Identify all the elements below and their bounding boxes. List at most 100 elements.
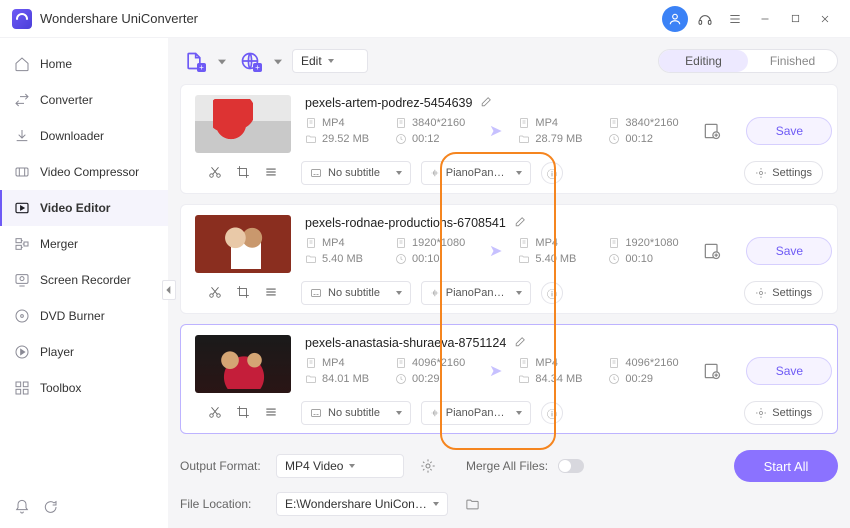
info-button[interactable]: ⓘ xyxy=(541,402,563,424)
arrow-icon: ➤ xyxy=(489,361,502,381)
audio-dropdown[interactable]: PianoPanda - ... xyxy=(421,161,531,185)
rename-button[interactable] xyxy=(514,215,527,231)
subtitle-dropdown[interactable]: No subtitle xyxy=(301,401,411,425)
sidebar-item-merger[interactable]: Merger xyxy=(0,226,168,262)
audio-dropdown[interactable]: PianoPanda - ... xyxy=(421,401,531,425)
save-button[interactable]: Save xyxy=(746,237,832,265)
start-all-button[interactable]: Start All xyxy=(734,450,838,482)
src-format: MP4 xyxy=(305,357,383,369)
save-button[interactable]: Save xyxy=(746,357,832,385)
src-duration: 00:10 xyxy=(395,253,473,265)
add-file-button[interactable]: + xyxy=(180,48,208,74)
collapse-sidebar-button[interactable] xyxy=(162,280,176,300)
add-url-chevron[interactable] xyxy=(274,54,282,68)
add-file-chevron[interactable] xyxy=(218,54,226,68)
file-card[interactable]: pexels-rodnae-productions-6708541 MP4 5.40… xyxy=(180,204,838,314)
src-duration: 00:29 xyxy=(395,373,473,385)
subtitle-dropdown[interactable]: No subtitle xyxy=(301,281,411,305)
output-format-label: Output Format: xyxy=(180,459,266,473)
sidebar-item-screen-recorder[interactable]: Screen Recorder xyxy=(0,262,168,298)
tab-finished[interactable]: Finished xyxy=(748,50,837,72)
feedback-button[interactable] xyxy=(42,499,58,518)
sidebar-item-label: Merger xyxy=(40,237,78,251)
crop-button[interactable] xyxy=(236,285,250,302)
settings-button[interactable]: Settings xyxy=(744,401,823,425)
more-button[interactable] xyxy=(264,165,278,182)
sidebar-item-player[interactable]: Player xyxy=(0,334,168,370)
save-button[interactable]: Save xyxy=(746,117,832,145)
output-preset-button[interactable] xyxy=(698,357,726,385)
sidebar: Home Converter Downloader Video Compress… xyxy=(0,38,168,528)
sidebar-item-label: Downloader xyxy=(40,129,104,143)
support-button[interactable] xyxy=(692,6,718,32)
maximize-button[interactable] xyxy=(782,6,808,32)
sidebar-item-downloader[interactable]: Downloader xyxy=(0,118,168,154)
main-panel: + + Edit Editing Finished pexels-artem-p… xyxy=(168,38,850,528)
rename-button[interactable] xyxy=(514,335,527,351)
file-card[interactable]: pexels-artem-podrez-5454639MP429.52 MB38… xyxy=(180,84,838,194)
out-size: 84.34 MB xyxy=(518,373,596,385)
output-format-dropdown[interactable]: MP4 Video xyxy=(276,454,404,478)
settings-button[interactable]: Settings xyxy=(744,161,823,185)
file-name: pexels-artem-podrez-5454639 xyxy=(305,96,472,110)
file-card[interactable]: pexels-anastasia-shuraeva-8751124 MP4 84.0… xyxy=(180,324,838,434)
output-settings-button[interactable] xyxy=(414,452,442,480)
sidebar-item-label: Home xyxy=(40,57,72,71)
settings-button[interactable]: Settings xyxy=(744,281,823,305)
subtitle-dropdown[interactable]: No subtitle xyxy=(301,161,411,185)
out-size: 28.79 MB xyxy=(518,133,596,145)
src-format: MP4 xyxy=(305,117,383,129)
out-duration: 00:12 xyxy=(608,133,686,145)
video-thumbnail[interactable] xyxy=(195,335,291,393)
file-name: pexels-anastasia-shuraeva-8751124 xyxy=(305,336,506,350)
sidebar-footer xyxy=(0,489,168,528)
file-location-dropdown[interactable]: E:\Wondershare UniConverter xyxy=(276,492,448,516)
src-duration: 00:12 xyxy=(395,133,473,145)
src-size: 5.40 MB xyxy=(305,253,383,265)
add-url-button[interactable]: + xyxy=(236,48,264,74)
crop-button[interactable] xyxy=(236,405,250,422)
tab-editing[interactable]: Editing xyxy=(659,50,748,72)
out-resolution: 1920*1080 xyxy=(608,237,686,249)
user-account-button[interactable] xyxy=(662,6,688,32)
video-thumbnail[interactable] xyxy=(195,95,291,153)
rename-button[interactable] xyxy=(480,95,493,111)
info-button[interactable]: ⓘ xyxy=(541,282,563,304)
out-resolution: 3840*2160 xyxy=(608,117,686,129)
trim-button[interactable] xyxy=(208,165,222,182)
more-button[interactable] xyxy=(264,285,278,302)
sidebar-item-converter[interactable]: Converter xyxy=(0,82,168,118)
output-preset-button[interactable] xyxy=(698,237,726,265)
sidebar-item-label: Video Compressor xyxy=(40,165,139,179)
titlebar: Wondershare UniConverter xyxy=(0,0,850,38)
trim-button[interactable] xyxy=(208,285,222,302)
notifications-button[interactable] xyxy=(14,499,30,518)
arrow-icon: ➤ xyxy=(489,121,502,141)
file-location-label: File Location: xyxy=(180,497,266,511)
audio-dropdown[interactable]: PianoPanda - ... xyxy=(421,281,531,305)
close-button[interactable] xyxy=(812,6,838,32)
sidebar-item-home[interactable]: Home xyxy=(0,46,168,82)
out-resolution: 4096*2160 xyxy=(608,357,686,369)
video-thumbnail[interactable] xyxy=(195,215,291,273)
menu-button[interactable] xyxy=(722,6,748,32)
src-format: MP4 xyxy=(305,237,383,249)
sidebar-item-dvd-burner[interactable]: DVD Burner xyxy=(0,298,168,334)
file-name: pexels-rodnae-productions-6708541 xyxy=(305,216,506,230)
sidebar-item-toolbox[interactable]: Toolbox xyxy=(0,370,168,406)
open-folder-button[interactable] xyxy=(458,490,486,518)
minimize-button[interactable] xyxy=(752,6,778,32)
sidebar-item-video-compressor[interactable]: Video Compressor xyxy=(0,154,168,190)
more-button[interactable] xyxy=(264,405,278,422)
sidebar-item-label: Video Editor xyxy=(40,201,110,215)
src-size: 84.01 MB xyxy=(305,373,383,385)
info-button[interactable]: ⓘ xyxy=(541,162,563,184)
edit-dropdown[interactable]: Edit xyxy=(292,49,368,73)
app-title: Wondershare UniConverter xyxy=(40,11,198,26)
status-tabs: Editing Finished xyxy=(658,49,838,73)
sidebar-item-video-editor[interactable]: Video Editor xyxy=(0,190,168,226)
merge-toggle[interactable] xyxy=(558,459,584,473)
trim-button[interactable] xyxy=(208,405,222,422)
crop-button[interactable] xyxy=(236,165,250,182)
output-preset-button[interactable] xyxy=(698,117,726,145)
